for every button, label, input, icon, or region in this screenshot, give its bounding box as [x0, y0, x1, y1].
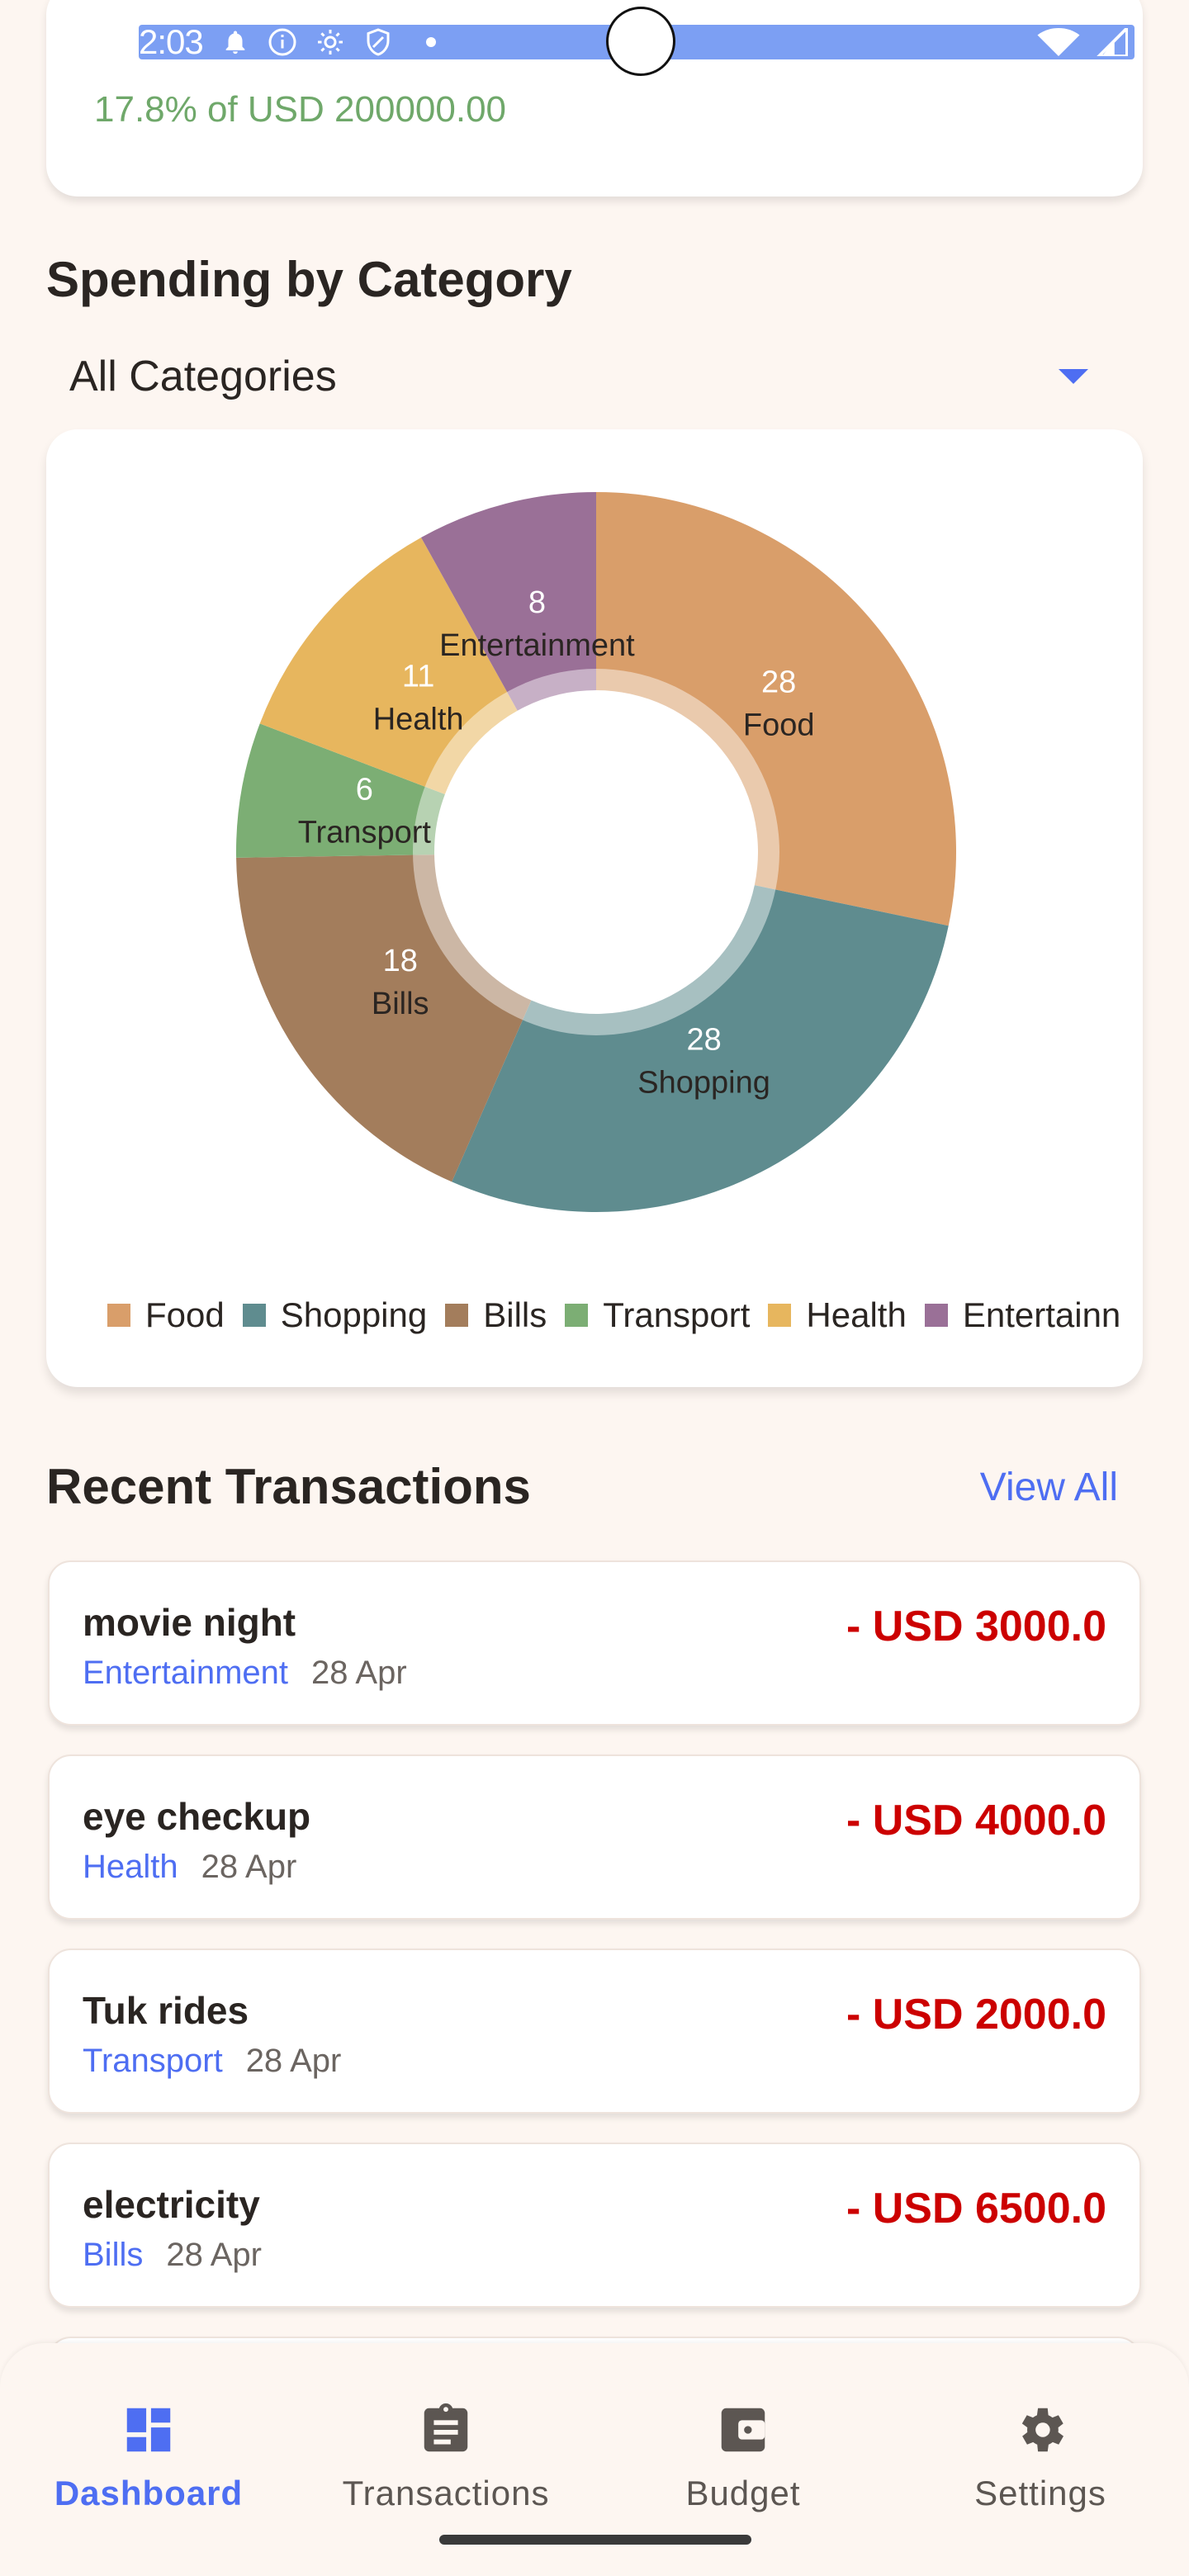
legend-item: Transport [565, 1295, 750, 1335]
transaction-meta: Bills 28 Apr [83, 2237, 262, 2274]
transaction-date: 28 Apr [245, 2043, 342, 2079]
legend-item: Bills [445, 1295, 547, 1335]
legend-swatch [768, 1304, 792, 1327]
legend-item: Food [107, 1295, 225, 1335]
status-dot-icon [425, 37, 436, 47]
transaction-card[interactable]: movie night Entertainment 28 Apr - USD 3… [48, 1560, 1141, 1726]
transaction-title: movie night [83, 1601, 296, 1644]
legend-label: Shopping [280, 1295, 428, 1334]
slice-value-label: 11 [402, 659, 434, 694]
nav-dashboard[interactable]: Dashboard [0, 2376, 297, 2525]
chart-legend: Food Shopping Bills Transport Health Entertai… [107, 1292, 1143, 1338]
nav-label: Dashboard [54, 2474, 244, 2512]
transaction-date: 28 Apr [166, 2237, 262, 2273]
transaction-category: Entertainment [83, 1655, 289, 1691]
settings-gear-status-icon [315, 27, 345, 57]
spending-chart-card: 28 Food 28 Shopping 18 Bills 6 Transport 11 Healt… [46, 429, 1143, 1387]
legend-label: Entertainn [962, 1295, 1121, 1334]
nav-label: Budget [685, 2474, 801, 2512]
slice-category-label: Health [373, 702, 464, 736]
budget-card: 2:03 17.8% of USD 200000.00 [46, 0, 1143, 197]
category-filter-value: All Categories [69, 353, 337, 400]
transaction-date: 28 Apr [201, 1849, 297, 1885]
transaction-title: electricity [83, 2183, 260, 2226]
nav-budget[interactable]: Budget [594, 2376, 892, 2525]
slice-category-label: Food [743, 708, 815, 742]
transaction-category: Bills [83, 2237, 144, 2273]
status-right-icons [1037, 25, 1128, 59]
nav-label: Transactions [342, 2474, 550, 2512]
slice-category-label: Transport [298, 816, 432, 850]
legend-item: Shopping [242, 1295, 428, 1335]
transaction-amount: - USD 4000.0 [846, 1797, 1106, 1844]
transaction-category: Transport [83, 2043, 223, 2079]
spending-section-title: Spending by Category [46, 252, 572, 307]
transaction-amount: - USD 2000.0 [846, 1991, 1106, 2039]
legend-label: Health [806, 1295, 907, 1334]
home-indicator [439, 2535, 751, 2545]
slice-value-label: 18 [383, 944, 418, 978]
slice-value-label: 6 [356, 773, 373, 807]
legend-swatch [107, 1304, 130, 1327]
transaction-meta: Transport 28 Apr [83, 2043, 341, 2080]
dashboard-icon [120, 2393, 178, 2467]
app-root: 2:03 17.8% of USD 200000.00 Spending by … [0, 0, 1189, 2576]
signal-icon [1097, 28, 1128, 56]
info-icon [268, 27, 297, 57]
slice-category-label: Shopping [637, 1065, 770, 1100]
legend-label: Bills [483, 1295, 547, 1334]
category-filter-dropdown[interactable]: All Categories [69, 343, 1110, 410]
transaction-meta: Health 28 Apr [83, 1849, 296, 1886]
transaction-amount: - USD 3000.0 [846, 1603, 1106, 1650]
clipboard-icon [417, 2393, 475, 2467]
gear-icon [1011, 2393, 1069, 2467]
transaction-card[interactable]: electricity Bills 28 Apr - USD 6500.0 [48, 2143, 1141, 2308]
legend-label: Transport [603, 1295, 751, 1334]
transactions-section-title: Recent Transactions [46, 1459, 531, 1514]
transaction-amount: - USD 6500.0 [846, 2185, 1106, 2233]
spending-donut-chart: 28 Food 28 Shopping 18 Bills 6 Transport 11 Healt… [236, 492, 956, 1212]
transaction-title: eye checkup [83, 1795, 311, 1838]
slice-category-label: Entertainment [439, 628, 635, 663]
status-time: 2:03 [139, 22, 204, 61]
legend-swatch [565, 1304, 589, 1327]
transaction-meta: Entertainment 28 Apr [83, 1655, 407, 1692]
nav-settings[interactable]: Settings [892, 2376, 1189, 2525]
legend-item: Entertainn [924, 1295, 1121, 1335]
slice-value-label: 8 [528, 585, 546, 620]
legend-swatch [924, 1304, 948, 1327]
wallet-icon [714, 2393, 772, 2467]
budget-percent-text: 17.8% of USD 200000.00 [94, 89, 507, 130]
transaction-card[interactable]: Tuk rides Transport 28 Apr - USD 2000.0 [48, 1949, 1141, 2114]
shield-icon [363, 27, 393, 57]
slice-value-label: 28 [761, 665, 796, 699]
transaction-date: 28 Apr [311, 1655, 407, 1691]
donut-hole [438, 694, 755, 1011]
notification-bell-icon [221, 28, 249, 56]
legend-item: Health [768, 1295, 907, 1335]
wifi-icon [1037, 28, 1080, 56]
legend-label: Food [145, 1295, 225, 1334]
transaction-card[interactable]: eye checkup Health 28 Apr - USD 4000.0 [48, 1754, 1141, 1920]
nav-label: Settings [974, 2474, 1106, 2512]
legend-swatch [242, 1304, 266, 1327]
view-all-link[interactable]: View All [980, 1465, 1118, 1510]
nav-transactions[interactable]: Transactions [297, 2376, 594, 2525]
slice-value-label: 28 [686, 1022, 721, 1057]
slice-category-label: Bills [372, 987, 429, 1021]
dropdown-arrow-icon [1059, 369, 1088, 384]
camera-cutout [606, 7, 675, 76]
transaction-category: Health [83, 1849, 178, 1885]
legend-swatch [445, 1304, 469, 1327]
transaction-title: Tuk rides [83, 1989, 249, 2032]
